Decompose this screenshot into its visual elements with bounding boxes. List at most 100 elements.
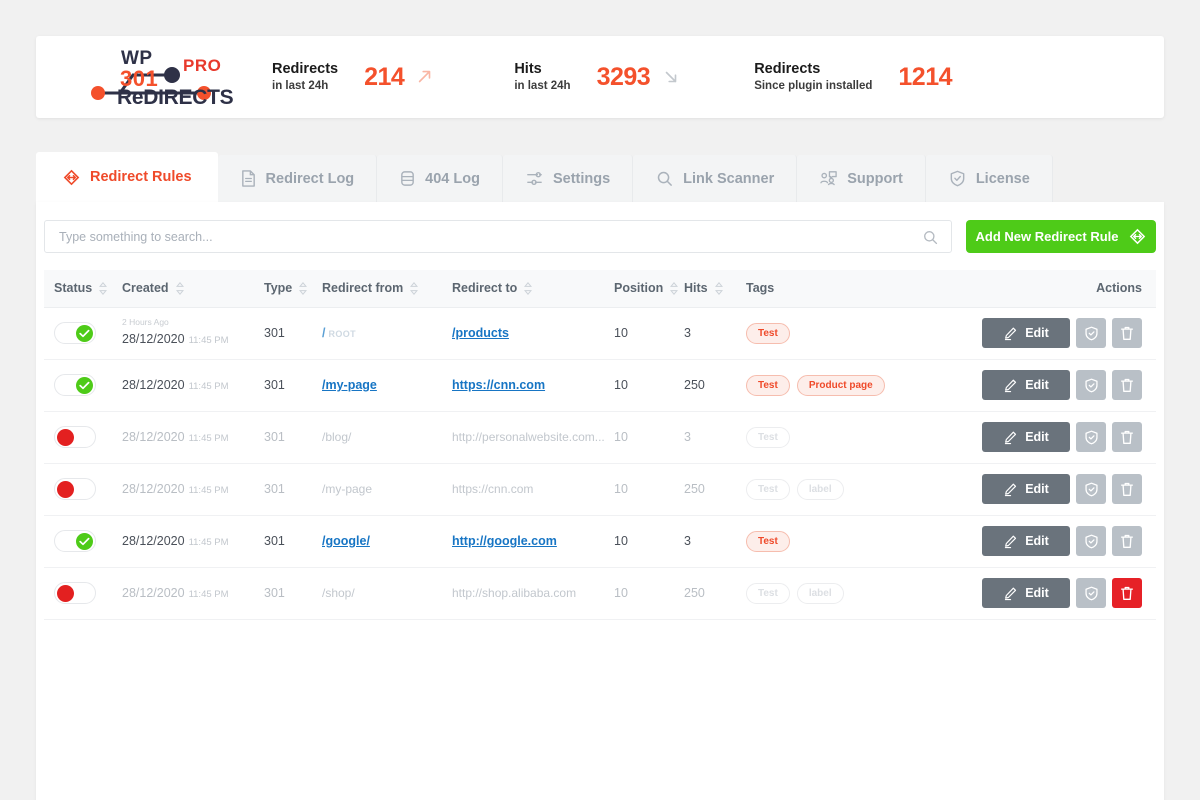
delete-button[interactable] bbox=[1112, 422, 1142, 452]
table-row: 28/12/202011:45 PM301/blog/http://person… bbox=[44, 411, 1156, 463]
edit-button[interactable]: Edit bbox=[982, 474, 1070, 504]
main-tabs: Redirect Rules Redirect Log 404 Log bbox=[36, 152, 1053, 202]
shield-check-icon bbox=[1083, 325, 1100, 342]
delete-button[interactable] bbox=[1112, 474, 1142, 504]
edit-button[interactable]: Edit bbox=[982, 578, 1070, 608]
cell-actions: Edit bbox=[916, 463, 1156, 515]
edit-button-label: Edit bbox=[1025, 378, 1049, 392]
col-created[interactable]: Created bbox=[122, 270, 264, 307]
tag-chip[interactable]: Test bbox=[746, 323, 790, 344]
type-value: 301 bbox=[264, 482, 285, 496]
tag-chip[interactable]: label bbox=[797, 479, 844, 500]
delete-button[interactable] bbox=[1112, 526, 1142, 556]
status-toggle[interactable] bbox=[54, 478, 96, 500]
col-redirect-to[interactable]: Redirect to bbox=[452, 270, 614, 307]
from-link[interactable]: /google/ bbox=[322, 534, 370, 548]
database-icon bbox=[399, 169, 416, 188]
shield-button[interactable] bbox=[1076, 370, 1106, 400]
delete-button[interactable] bbox=[1112, 370, 1142, 400]
position-value: 10 bbox=[614, 586, 628, 600]
cell-type: 301 bbox=[264, 359, 322, 411]
tab-support[interactable]: Support bbox=[797, 155, 926, 202]
status-toggle[interactable] bbox=[54, 582, 96, 604]
table-header-row: Status Created Type Redirect from Redire… bbox=[44, 270, 1156, 307]
tag-chip[interactable]: Test bbox=[746, 479, 790, 500]
sort-icon bbox=[99, 282, 107, 295]
pencil-icon bbox=[1003, 378, 1018, 393]
edit-button[interactable]: Edit bbox=[982, 422, 1070, 452]
tag-chip[interactable]: Product page bbox=[797, 375, 885, 396]
status-toggle[interactable] bbox=[54, 322, 96, 344]
cell-redirect-to: https://cnn.com bbox=[452, 463, 614, 515]
col-hits[interactable]: Hits bbox=[684, 270, 746, 307]
add-new-redirect-rule-button[interactable]: Add New Redirect Rule bbox=[966, 220, 1156, 253]
edit-button[interactable]: Edit bbox=[982, 526, 1070, 556]
delete-button[interactable] bbox=[1112, 578, 1142, 608]
delete-button[interactable] bbox=[1112, 318, 1142, 348]
tab-license[interactable]: License bbox=[926, 155, 1053, 202]
to-link[interactable]: http://google.com bbox=[452, 534, 557, 548]
tab-redirect-rules[interactable]: Redirect Rules bbox=[36, 152, 218, 202]
to-value: http://shop.alibaba.com bbox=[452, 586, 576, 600]
col-type[interactable]: Type bbox=[264, 270, 322, 307]
to-link[interactable]: https://cnn.com bbox=[452, 378, 545, 392]
tag-chip[interactable]: Test bbox=[746, 583, 790, 604]
col-label: Position bbox=[614, 281, 663, 295]
cell-created: 28/12/202011:45 PM bbox=[122, 515, 264, 567]
search-input[interactable] bbox=[45, 221, 951, 252]
cell-redirect-from: /shop/ bbox=[322, 567, 452, 619]
edit-button[interactable]: Edit bbox=[982, 318, 1070, 348]
status-toggle[interactable] bbox=[54, 426, 96, 448]
shield-button[interactable] bbox=[1076, 422, 1106, 452]
from-note: ROOT bbox=[328, 329, 356, 339]
shield-button[interactable] bbox=[1076, 578, 1106, 608]
stat-title: Redirects bbox=[754, 60, 872, 78]
tag-chip[interactable]: label bbox=[797, 583, 844, 604]
search-icon bbox=[655, 169, 674, 188]
edit-button-label: Edit bbox=[1025, 326, 1049, 340]
toggle-knob bbox=[57, 481, 74, 498]
trash-icon bbox=[1119, 325, 1135, 342]
tab-settings[interactable]: Settings bbox=[503, 155, 633, 202]
edit-button[interactable]: Edit bbox=[982, 370, 1070, 400]
cell-actions: Edit bbox=[916, 411, 1156, 463]
col-position[interactable]: Position bbox=[614, 270, 684, 307]
tag-chip[interactable]: Test bbox=[746, 531, 790, 552]
tab-redirect-log[interactable]: Redirect Log bbox=[218, 155, 378, 202]
status-toggle[interactable] bbox=[54, 530, 96, 552]
stat-value: 3293 bbox=[597, 63, 651, 92]
tag-chip[interactable]: Test bbox=[746, 427, 790, 448]
redirect-diamond-icon bbox=[62, 168, 81, 187]
from-value: /shop/ bbox=[322, 586, 355, 600]
logo: WP 301 PRO ReDIRECTS bbox=[36, 46, 266, 108]
tag-chip[interactable]: Test bbox=[746, 375, 790, 396]
cell-type: 301 bbox=[264, 307, 322, 359]
logo-redirects-text: ReDIRECTS bbox=[117, 86, 233, 110]
status-toggle[interactable] bbox=[54, 374, 96, 396]
shield-button[interactable] bbox=[1076, 474, 1106, 504]
search-box[interactable] bbox=[44, 220, 952, 253]
shield-button[interactable] bbox=[1076, 318, 1106, 348]
cell-created: 2 Hours Ago28/12/202011:45 PM bbox=[122, 307, 264, 359]
col-redirect-from[interactable]: Redirect from bbox=[322, 270, 452, 307]
cell-redirect-to: https://cnn.com bbox=[452, 359, 614, 411]
cell-redirect-from: /my-page bbox=[322, 463, 452, 515]
shield-check-icon bbox=[1083, 377, 1100, 394]
cell-redirect-from: /google/ bbox=[322, 515, 452, 567]
tab-404-log[interactable]: 404 Log bbox=[377, 155, 503, 202]
cell-position: 10 bbox=[614, 307, 684, 359]
tab-link-scanner[interactable]: Link Scanner bbox=[633, 155, 797, 202]
sort-icon bbox=[670, 282, 678, 295]
shield-button[interactable] bbox=[1076, 526, 1106, 556]
cell-tags: Test label bbox=[746, 463, 916, 515]
position-value: 10 bbox=[614, 326, 628, 340]
cell-status bbox=[44, 411, 122, 463]
trash-icon bbox=[1119, 377, 1135, 394]
search-icon[interactable] bbox=[922, 229, 939, 246]
created-ago: 2 Hours Ago bbox=[122, 318, 264, 327]
col-status[interactable]: Status bbox=[44, 270, 122, 307]
type-value: 301 bbox=[264, 534, 285, 548]
col-actions: Actions bbox=[916, 270, 1156, 307]
to-link[interactable]: /products bbox=[452, 326, 509, 340]
from-link[interactable]: /my-page bbox=[322, 378, 377, 392]
